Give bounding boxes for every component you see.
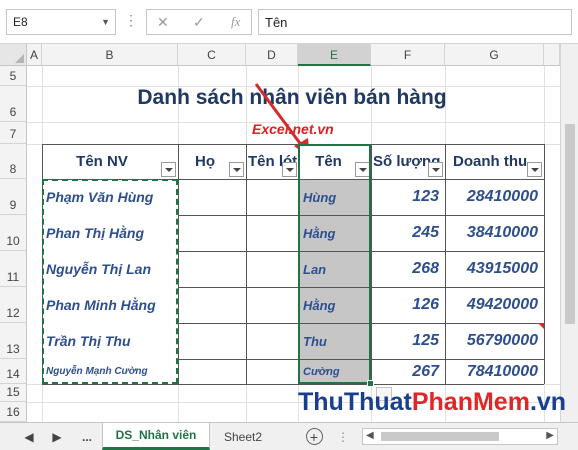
sheet-tab-bar: ◀ ▶ ... DS_Nhân viên Sheet2 + ⋮ ◀ ▶ [0,422,578,450]
row-header-14[interactable]: 14 [0,359,27,384]
brand-part-3: .vn [529,388,567,416]
col-header-h[interactable] [544,44,560,66]
tab-ds-nhan-vien[interactable]: DS_Nhân viên [102,423,210,450]
comment-indicator-icon [538,323,544,329]
worksheet[interactable]: A B C D E F G 5 6 7 8 9 10 11 12 13 14 1… [0,44,578,422]
horizontal-scroll-thumb[interactable] [381,432,499,441]
cell-so-luong[interactable]: 245 [371,215,445,251]
cell-so-luong[interactable]: 123 [371,179,445,215]
row-header-10[interactable]: 10 [0,215,27,251]
scroll-right-icon[interactable]: ▶ [546,430,554,441]
cell-doanh-thu[interactable]: 56790000 [445,323,544,359]
row-header-15[interactable]: 15 [0,384,27,402]
cell-doanh-thu[interactable]: 43915000 [445,251,544,287]
row-header-16[interactable]: 16 [0,402,27,422]
col-header-b[interactable]: B [42,44,178,66]
fill-handle[interactable] [367,380,374,387]
insert-function-icon[interactable]: fx [231,14,240,30]
row-header-8[interactable]: 8 [0,144,27,179]
enter-icon[interactable]: ✓ [193,14,205,31]
brand-logo: ThuThuatPhanMem.vn [298,388,566,417]
filter-dropdown-icon[interactable] [161,162,176,177]
filter-dropdown-icon[interactable] [282,162,297,177]
more-tabs-button[interactable]: ... [72,423,102,450]
vertical-scroll-thumb[interactable] [565,124,575,324]
cell-doanh-thu[interactable]: 28410000 [445,179,544,215]
row-header-13[interactable]: 13 [0,323,27,359]
row-header-11[interactable]: 11 [0,251,27,287]
table-border [544,144,545,384]
cell-so-luong[interactable]: 126 [371,287,445,323]
table-border [246,144,247,384]
scroll-tabs-right-icon[interactable]: ▶ [48,423,66,450]
name-box-value: E8 [13,15,28,29]
cancel-icon[interactable]: ✕ [157,14,169,31]
cell-so-luong[interactable]: 125 [371,323,445,359]
formula-buttons: ✕ ✓ fx [146,9,252,35]
table-border [178,144,179,384]
row-header-9[interactable]: 9 [0,179,27,215]
formula-bar: E8 ▼ ⋮ ✕ ✓ fx Tên [0,0,578,44]
row-header-12[interactable]: 12 [0,287,27,323]
brand-part-1: ThuThuat [298,388,412,416]
name-box[interactable]: E8 ▼ [6,9,116,35]
col-header-g[interactable]: G [445,44,544,66]
brand-part-2: PhanMem [411,388,530,416]
filter-dropdown-icon[interactable] [527,162,542,177]
row-header-6[interactable]: 6 [0,86,27,122]
col-header-c[interactable]: C [178,44,246,66]
watermark: Excel.net.vn [252,121,334,137]
cell-doanh-thu[interactable]: 78410000 [445,359,544,384]
cell-doanh-thu[interactable]: 49420000 [445,287,544,323]
col-header-d[interactable]: D [246,44,298,66]
row-header-7[interactable]: 7 [0,122,27,144]
tab-sheet2[interactable]: Sheet2 [212,423,274,450]
formula-input[interactable]: Tên [258,9,572,35]
tab-splitter-icon[interactable]: ⋮ [336,423,350,450]
selected-range [298,144,371,384]
col-header-e[interactable]: E [298,44,371,66]
cell-so-luong[interactable]: 268 [371,251,445,287]
filter-dropdown-icon[interactable] [229,162,244,177]
scroll-left-icon[interactable]: ◀ [366,430,374,441]
select-all-corner[interactable] [0,44,27,66]
table-border [42,384,544,385]
add-sheet-button[interactable]: + [302,423,326,450]
chevron-down-icon[interactable]: ▼ [101,17,110,27]
horizontal-scrollbar[interactable]: ◀ ▶ [362,428,558,445]
cell-so-luong[interactable]: 267 [371,359,445,384]
filter-dropdown-icon[interactable] [428,162,443,177]
more-options-icon[interactable]: ⋮ [124,12,138,29]
copy-marquee [42,179,178,384]
header-ten-nv[interactable]: Tên NV [42,144,178,179]
add-sheet-icon: + [305,428,323,445]
row-header-5[interactable]: 5 [0,66,27,86]
cell-doanh-thu[interactable]: 38410000 [445,215,544,251]
scroll-tabs-left-icon[interactable]: ◀ [20,423,38,450]
col-header-a[interactable]: A [27,44,42,66]
col-header-f[interactable]: F [371,44,445,66]
vertical-scrollbar[interactable] [560,44,578,422]
formula-value: Tên [265,15,288,30]
